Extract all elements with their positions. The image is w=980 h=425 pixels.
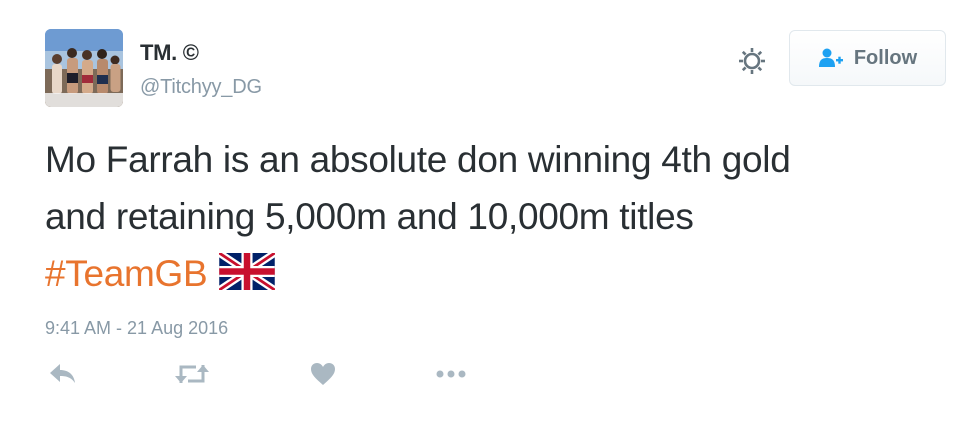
tweet-text-line: #TeamGB — [45, 245, 945, 302]
tweet-text-line: Mo Farrah is an absolute don winning 4th… — [45, 139, 791, 180]
gear-icon[interactable] — [737, 46, 767, 76]
like-icon[interactable] — [310, 362, 336, 386]
avatar[interactable] — [45, 29, 123, 107]
display-name[interactable]: TM. © — [140, 40, 199, 66]
union-jack-flag-icon — [219, 253, 276, 290]
tweet-text: Mo Farrah is an absolute don winning 4th… — [45, 131, 945, 302]
hashtag-link[interactable]: #TeamGB — [45, 253, 208, 294]
username[interactable]: @Titchyy_DG — [140, 76, 262, 99]
follow-button[interactable]: Follow — [789, 30, 946, 86]
retweet-icon[interactable] — [174, 362, 210, 386]
follow-label: Follow — [853, 46, 918, 69]
more-icon[interactable] — [434, 362, 468, 386]
reply-icon[interactable] — [49, 362, 77, 386]
tweet-text-line: and retaining 5,000m and 10,000m titles — [45, 196, 694, 237]
add-user-icon — [818, 48, 843, 67]
tweet-card: TM. © @Titchyy_DG Follow Mo Farrah is an… — [0, 0, 980, 425]
timestamp[interactable]: 9:41 AM - 21 Aug 2016 — [45, 318, 228, 339]
avatar-photo-icon — [45, 29, 123, 107]
